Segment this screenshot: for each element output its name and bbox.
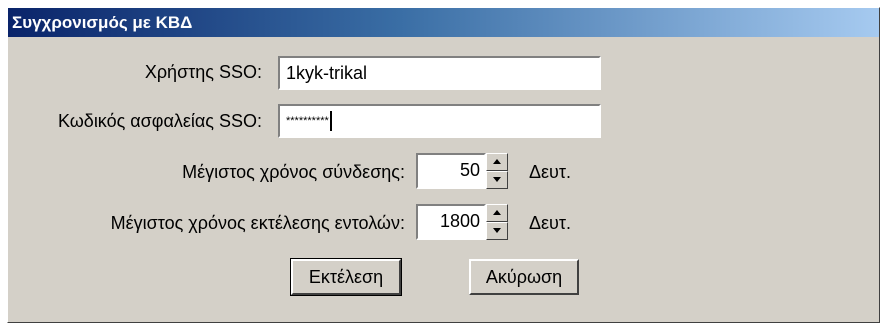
- sso-user-label: Χρήστης SSO:: [144, 62, 262, 82]
- sync-dialog: Συγχρονισμός με ΚΒΔ Χρήστης SSO: 1kyk-tr…: [7, 7, 880, 323]
- exec-timeout-spinner[interactable]: [486, 204, 508, 240]
- sso-password-input[interactable]: **********: [278, 104, 601, 138]
- arrow-down-icon: [493, 228, 501, 233]
- connect-timeout-unit: Δευτ.: [529, 162, 572, 182]
- exec-timeout-label: Μέγιστος χρόνος εκτέλεσης εντολών:: [110, 213, 405, 233]
- sso-password-label: Κωδικός ασφαλείας SSO:: [57, 111, 262, 131]
- execute-button[interactable]: Εκτέλεση: [290, 258, 402, 296]
- connect-timeout-down-button[interactable]: [486, 171, 508, 189]
- arrow-up-icon: [493, 159, 501, 164]
- sso-user-input[interactable]: 1kyk-trikal: [278, 56, 601, 90]
- arrow-down-icon: [493, 177, 501, 182]
- arrow-up-icon: [493, 210, 501, 215]
- cancel-label: Ακύρωση: [485, 267, 563, 287]
- exec-timeout-up-button[interactable]: [486, 204, 508, 222]
- text-caret: [329, 111, 332, 132]
- execute-label: Εκτέλεση: [308, 267, 384, 287]
- connect-timeout-label: Μέγιστος χρόνος σύνδεσης:: [182, 162, 405, 182]
- password-mask: **********: [286, 115, 329, 127]
- connect-timeout-spinner[interactable]: [486, 153, 508, 189]
- connect-timeout-input[interactable]: 50: [416, 153, 486, 189]
- exec-timeout-down-button[interactable]: [486, 222, 508, 240]
- dialog-title: Συγχρονισμός με ΚΒΔ: [8, 8, 879, 37]
- exec-timeout-unit: Δευτ.: [529, 213, 572, 233]
- connect-timeout-up-button[interactable]: [486, 153, 508, 171]
- exec-timeout-input[interactable]: 1800: [416, 204, 486, 240]
- cancel-button[interactable]: Ακύρωση: [469, 259, 579, 295]
